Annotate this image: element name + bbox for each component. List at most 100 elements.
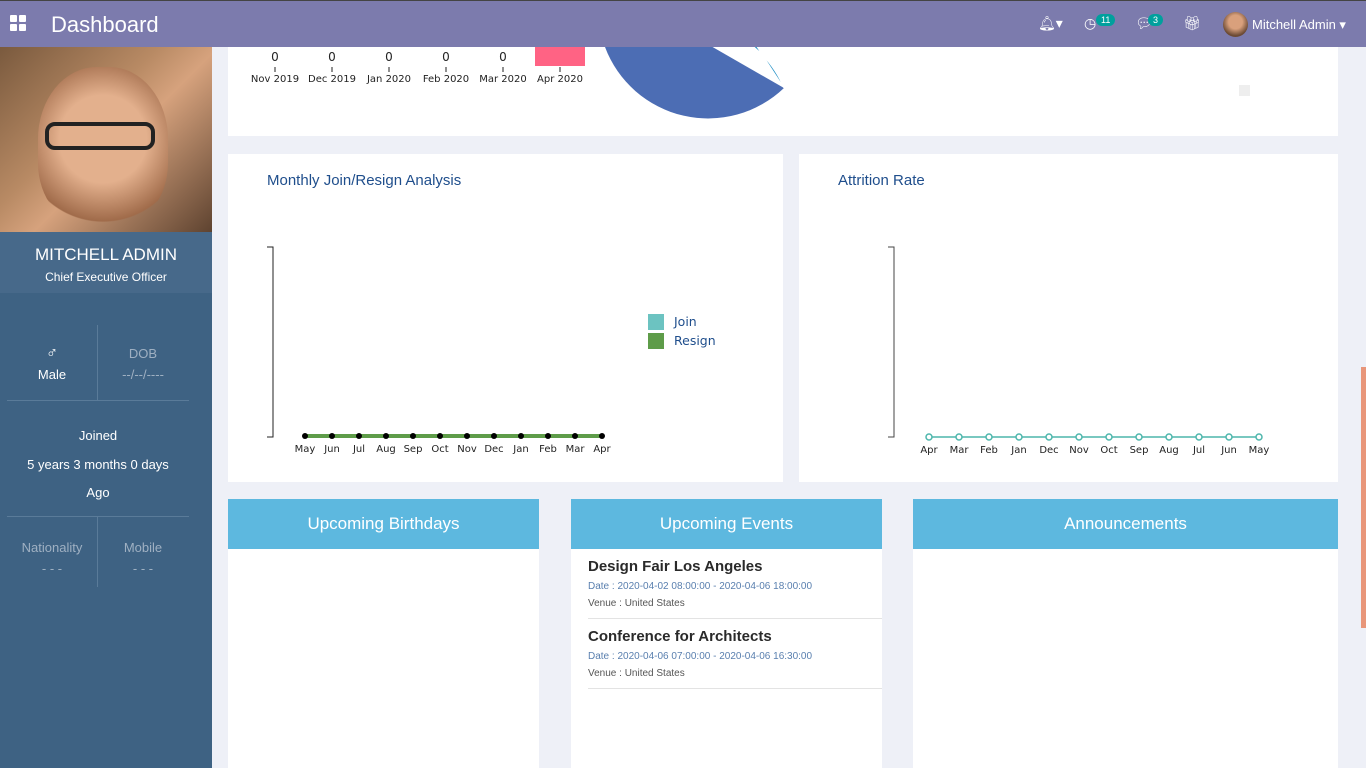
apps-icon[interactable] — [10, 15, 26, 31]
bell-icon[interactable]: 🔔︎▾ — [1038, 15, 1063, 32]
top-charts-card: 0 Nov 2019 0 Dec 2019 0 Jan 2020 0 Feb 2020 0 Mar… — [228, 0, 1338, 136]
event-item[interactable]: Design Fair Los Angeles Date : 2020-04-02… — [588, 549, 882, 619]
tick-label: Feb 2020 — [423, 74, 469, 85]
tick-label: Mar 2020 — [479, 74, 527, 85]
tick-label: May — [1249, 445, 1270, 456]
data-point — [491, 433, 497, 439]
tick-label: Dec 2019 — [308, 74, 356, 85]
data-label: 0 — [271, 50, 279, 64]
legend-swatch — [648, 314, 664, 330]
employee-role: Chief Executive Officer — [45, 270, 167, 284]
data-point — [572, 433, 578, 439]
event-title: Design Fair Los Angeles — [588, 558, 763, 575]
join-resign-chart: May Jun Jul Aug Sep Oct Nov Dec Jan Feb Mar Apr Join… — [267, 246, 716, 455]
dob-value: --/--/---- — [122, 367, 164, 382]
data-point — [302, 433, 308, 439]
messages-button[interactable]: 💬︎ 3 — [1135, 14, 1164, 32]
gift-icon[interactable]: 🎁︎ — [1183, 15, 1201, 32]
data-label: 0 — [328, 50, 336, 64]
event-item[interactable]: Conference for Architects Date : 2020-04-… — [588, 619, 882, 689]
tick-label: Jan — [1010, 445, 1026, 456]
tick-label: Jan — [512, 444, 528, 455]
scrollbar[interactable] — [1361, 367, 1366, 628]
data-point — [437, 433, 443, 439]
data-point — [356, 433, 362, 439]
tick-label: Jul — [352, 444, 365, 455]
top-navbar: Dashboard 🔔︎▾ ◷ 11 💬︎ 3 🎁︎ Mitchell Admin … — [0, 0, 1366, 47]
data-label: 0 — [385, 50, 393, 64]
tick-label: Oct — [431, 444, 448, 455]
mobile-label: Mobile — [123, 540, 163, 555]
panel-title: Announcements — [913, 499, 1338, 549]
activity-button[interactable]: ◷ 11 — [1084, 14, 1116, 32]
tick-label: Aug — [376, 444, 396, 455]
data-point — [1165, 433, 1173, 441]
tick-label: Jun — [323, 444, 340, 455]
data-point — [383, 433, 389, 439]
employee-name: MITCHELL ADMIN — [34, 245, 177, 264]
tick-label: Apr 2020 — [537, 74, 583, 85]
tick-label: May — [295, 444, 316, 455]
legend-label: Resign — [674, 333, 716, 348]
data-point — [925, 433, 933, 441]
bar — [535, 47, 585, 66]
gender-value: Male — [37, 367, 67, 382]
mobile-value: - - - — [132, 561, 154, 576]
tick-label: Feb — [539, 444, 557, 455]
user-menu[interactable]: Mitchell Admin ▾ — [1252, 17, 1346, 33]
messages-badge: 3 — [1148, 14, 1164, 26]
user-name: Mitchell Admin — [1252, 17, 1336, 32]
join-resign-card: Monthly Join/Resign Analysis May Jun Jul Au… — [228, 154, 783, 482]
avatar[interactable] — [1223, 12, 1248, 37]
legend-swatch — [648, 333, 664, 349]
data-point — [518, 433, 524, 439]
data-point — [1015, 433, 1023, 441]
tick-label: Nov — [1069, 445, 1089, 456]
profile-photo — [0, 47, 212, 232]
nationality-label: Nationality — [21, 540, 83, 555]
event-venue: Venue : United States — [588, 598, 685, 609]
tick-label: Nov — [457, 444, 477, 455]
legend-label: Join — [673, 314, 697, 329]
event-venue: Venue : United States — [588, 668, 685, 679]
announcements-panel: Announcements — [913, 499, 1338, 768]
y-axis — [888, 246, 895, 438]
tick-label: Aug — [1159, 445, 1179, 456]
events-panel: Upcoming Events Design Fair Los Angeles D… — [571, 499, 882, 768]
panel-title: Upcoming Birthdays — [228, 499, 539, 549]
clock-icon: ◷ — [1084, 15, 1097, 31]
dob-label: DOB — [128, 346, 158, 361]
tick-label: Oct — [1100, 445, 1117, 456]
event-date: Date : 2020-04-02 08:00:00 - 2020-04-06 … — [588, 581, 813, 592]
profile-sidebar: MITCHELL ADMIN Chief Executive Officer m… — [0, 47, 212, 768]
tick-label: Dec — [484, 444, 503, 455]
data-point — [464, 433, 470, 439]
data-point — [545, 433, 551, 439]
tick-label: Dec — [1039, 445, 1058, 456]
data-label: 0 — [442, 50, 450, 64]
data-point — [955, 433, 963, 441]
legend-swatch — [1239, 85, 1250, 96]
tick-label: Jan 2020 — [366, 74, 411, 85]
data-point — [599, 433, 605, 439]
tick-label: Jun — [1220, 445, 1237, 456]
data-label: 0 — [499, 50, 507, 64]
tick-label: Apr — [920, 445, 938, 456]
tick-label: Jul — [1192, 445, 1205, 456]
event-title: Conference for Architects — [588, 628, 772, 645]
monthly-bar-chart: 0 Nov 2019 0 Dec 2019 0 Jan 2020 0 Feb 2020 0 Mar… — [251, 0, 1250, 119]
y-axis — [267, 246, 274, 438]
pie-slice — [605, 0, 784, 119]
activity-badge: 11 — [1096, 14, 1116, 26]
data-point — [329, 433, 335, 439]
data-point — [1105, 433, 1113, 441]
data-point — [1045, 433, 1053, 441]
data-point — [1255, 433, 1263, 441]
data-point — [1225, 433, 1233, 441]
data-point — [1195, 433, 1203, 441]
panel-title: Upcoming Events — [571, 499, 882, 549]
data-point — [985, 433, 993, 441]
data-point — [410, 433, 416, 439]
tick-label: Sep — [1130, 445, 1149, 456]
joined-duration: 5 years 3 months 0 days — [27, 456, 169, 472]
